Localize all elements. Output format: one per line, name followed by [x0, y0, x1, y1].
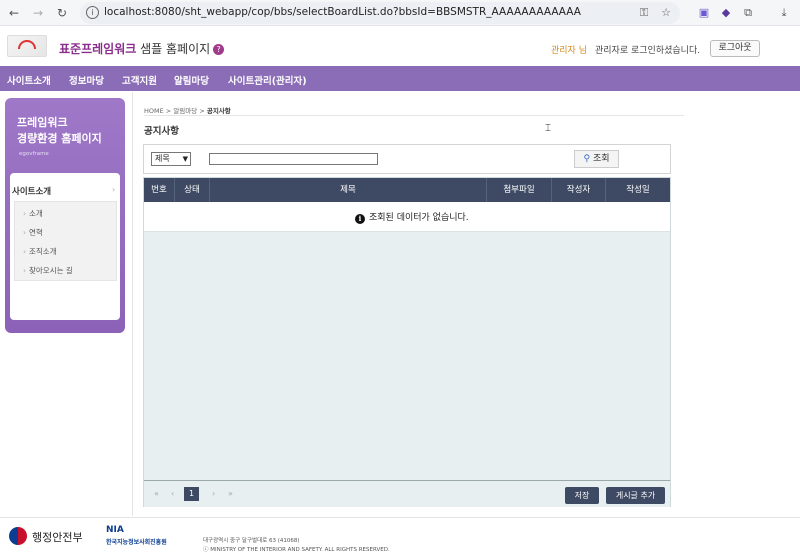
- empty-message: i 조회된 데이터가 없습니다.: [355, 210, 469, 224]
- content-divider: [132, 92, 133, 516]
- empty-message-text: 조회된 데이터가 없습니다.: [369, 213, 469, 223]
- column-header-no: 번호: [144, 178, 175, 202]
- prev-page-button[interactable]: ‹: [171, 489, 174, 498]
- nia-logo: NIA: [106, 525, 124, 535]
- current-page-button[interactable]: 1: [184, 487, 199, 501]
- next-page-button[interactable]: ›: [212, 489, 215, 498]
- column-header-author: 작성자: [552, 178, 606, 202]
- forward-icon[interactable]: →: [30, 5, 46, 21]
- sidebar-item-directions[interactable]: 찾아오시는 길: [23, 265, 73, 276]
- admin-name: 관리자 님: [551, 46, 587, 56]
- sidebar-item-intro[interactable]: 소개: [23, 208, 43, 219]
- column-header-attachment: 첨부파일: [487, 178, 552, 202]
- login-message: 관리자로 로그인하셨습니다.: [595, 46, 701, 56]
- breadcrumb-notice[interactable]: 알림마당: [173, 107, 197, 115]
- key-icon[interactable]: ⚿: [636, 5, 652, 21]
- site-title-accent: 표준프레임워크: [59, 42, 137, 56]
- breadcrumb-current: 공지사항: [206, 107, 231, 115]
- info-icon: i: [355, 214, 365, 224]
- column-header-title: 제목: [210, 178, 487, 202]
- board-table: 번호 상태 제목 첨부파일 작성자 작성일 i 조회된 데이터가 없습니다. « …: [143, 177, 671, 507]
- sidebar-title: 프레임워크 경량환경 홈페이지: [17, 115, 102, 147]
- pagination-bar: « ‹ 1 › » 저장 게시글 추가: [144, 480, 670, 507]
- bookmark-star-icon[interactable]: ☆: [658, 5, 674, 21]
- gov-ministry-name: 행정안전부: [32, 531, 83, 544]
- extensions-puzzle-icon[interactable]: ⧉: [740, 5, 756, 21]
- address-bar[interactable]: i localhost:8080/sht_webapp/cop/bbs/sele…: [80, 2, 680, 24]
- search-panel: 제목 ▼ ⚲ 조회: [143, 144, 671, 174]
- sidebar-subtitle: egovframe: [19, 151, 49, 157]
- title-divider: [144, 115, 684, 116]
- site-title-rest: 샘플 홈페이지: [136, 42, 211, 56]
- mouse-cursor-icon: ⌶: [545, 123, 551, 134]
- search-input[interactable]: [209, 153, 378, 165]
- site-logo[interactable]: [7, 35, 47, 57]
- sidebar-item-history[interactable]: 연혁: [23, 227, 43, 238]
- site-footer: 행정안전부 NIA 한국지능정보사회진흥원 대구광역시 중구 달구벌대로 63 …: [0, 517, 800, 558]
- page-title: 공지사항: [144, 126, 179, 137]
- site-title[interactable]: 표준프레임워크 샘플 홈페이지?: [59, 40, 225, 57]
- profile-extension-icon[interactable]: ◆: [718, 5, 734, 21]
- breadcrumb-home[interactable]: HOME: [144, 107, 164, 115]
- sidebar: 프레임워크 경량환경 홈페이지 egovframe 사이트소개 › 소개 연혁 …: [5, 98, 125, 333]
- search-condition-select[interactable]: 제목 ▼: [151, 152, 191, 166]
- sidebar-section-site-intro[interactable]: 사이트소개: [12, 185, 51, 197]
- column-header-status: 상태: [175, 178, 210, 202]
- sidebar-menu-panel: 사이트소개 › 소개 연혁 조직소개 찾아오시는 길: [10, 173, 120, 320]
- menu-item-notice[interactable]: 알림마당: [174, 73, 209, 87]
- logout-button[interactable]: 로그아웃: [710, 40, 760, 57]
- save-button[interactable]: 저장: [565, 487, 599, 504]
- search-button[interactable]: ⚲ 조회: [574, 150, 619, 168]
- menu-item-info[interactable]: 정보마당: [69, 73, 104, 87]
- menu-item-support[interactable]: 고객지원: [122, 73, 157, 87]
- back-icon[interactable]: ←: [6, 5, 22, 21]
- chevron-down-icon: ▼: [182, 155, 188, 163]
- search-button-label: 조회: [592, 154, 610, 164]
- main-menu: 사이트소개 정보마당 고객지원 알림마당 사이트관리(관리자): [0, 66, 800, 91]
- search-condition-value: 제목: [155, 154, 170, 163]
- menu-item-site-intro[interactable]: 사이트소개: [7, 73, 51, 87]
- help-icon[interactable]: ?: [213, 44, 225, 55]
- reload-icon[interactable]: ↻: [54, 5, 70, 21]
- footer-address: 대구광역시 중구 달구벌대로 63 (41068): [203, 538, 300, 544]
- sidebar-item-organization[interactable]: 조직소개: [23, 246, 57, 257]
- site-info-icon[interactable]: i: [86, 6, 99, 19]
- sidebar-title-line2: 경량환경 홈페이지: [17, 132, 102, 145]
- browser-toolbar: ← → ↻ i localhost:8080/sht_webapp/cop/bb…: [0, 0, 800, 26]
- footer-copyright: ⓒ MINISTRY OF THE INTERIOR AND SAFETY. A…: [203, 547, 390, 553]
- table-header: 번호 상태 제목 첨부파일 작성자 작성일: [144, 178, 670, 202]
- table-row: i 조회된 데이터가 없습니다.: [144, 202, 670, 232]
- nia-name: 한국지능정보사회진흥원: [106, 539, 167, 546]
- sidebar-title-line1: 프레임워크: [17, 116, 68, 129]
- chevron-right-icon: ›: [112, 185, 116, 194]
- sidebar-submenu: 소개 연혁 조직소개 찾아오시는 길: [14, 201, 117, 281]
- add-post-button[interactable]: 게시글 추가: [606, 487, 665, 504]
- last-page-button[interactable]: »: [228, 489, 233, 498]
- government-emblem-icon: [9, 527, 27, 545]
- magnifier-icon: ⚲: [583, 154, 591, 164]
- column-header-date: 작성일: [626, 185, 650, 195]
- extension-icon[interactable]: ▣: [696, 5, 712, 21]
- first-page-button[interactable]: «: [154, 489, 159, 498]
- url-text[interactable]: localhost:8080/sht_webapp/cop/bbs/select…: [104, 6, 581, 18]
- site-header: 표준프레임워크 샘플 홈페이지? 관리자 님 관리자로 로그인하셨습니다. 로그…: [0, 27, 800, 65]
- menu-item-admin[interactable]: 사이트관리(관리자): [228, 73, 307, 87]
- breadcrumb: HOME > 알림마당 > 공지사항: [144, 107, 231, 115]
- download-icon[interactable]: ⤓: [776, 5, 792, 21]
